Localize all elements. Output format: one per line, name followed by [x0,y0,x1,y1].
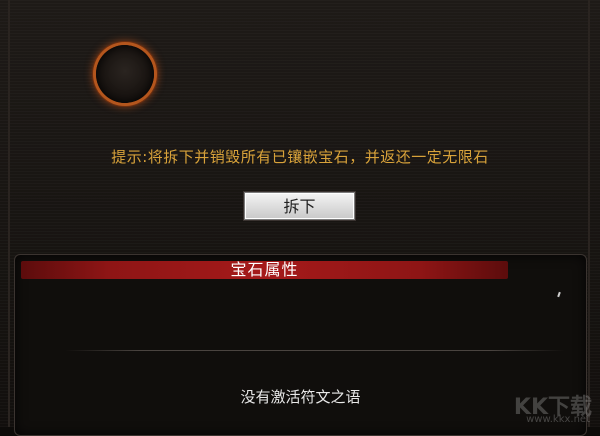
removal-hint-text: 提示:将拆下并销毁所有已镶嵌宝石，并返还一定无限石 [111,148,489,166]
attributes-divider [65,350,565,351]
attributes-title: 宝石属性 [230,260,299,279]
watermark-url: www.kkx.net [526,414,590,425]
gem-socket-slot[interactable] [96,45,154,103]
remove-gems-button[interactable]: 拆下 [244,192,355,220]
gem-attributes-panel: 宝石属性 没有激活符文之语 [14,254,587,436]
no-runeword-message: 没有激活符文之语 [240,388,361,406]
game-window: 提示:将拆下并销毁所有已镶嵌宝石，并返还一定无限石 拆下 宝石属性 没有激活符文… [0,0,600,436]
